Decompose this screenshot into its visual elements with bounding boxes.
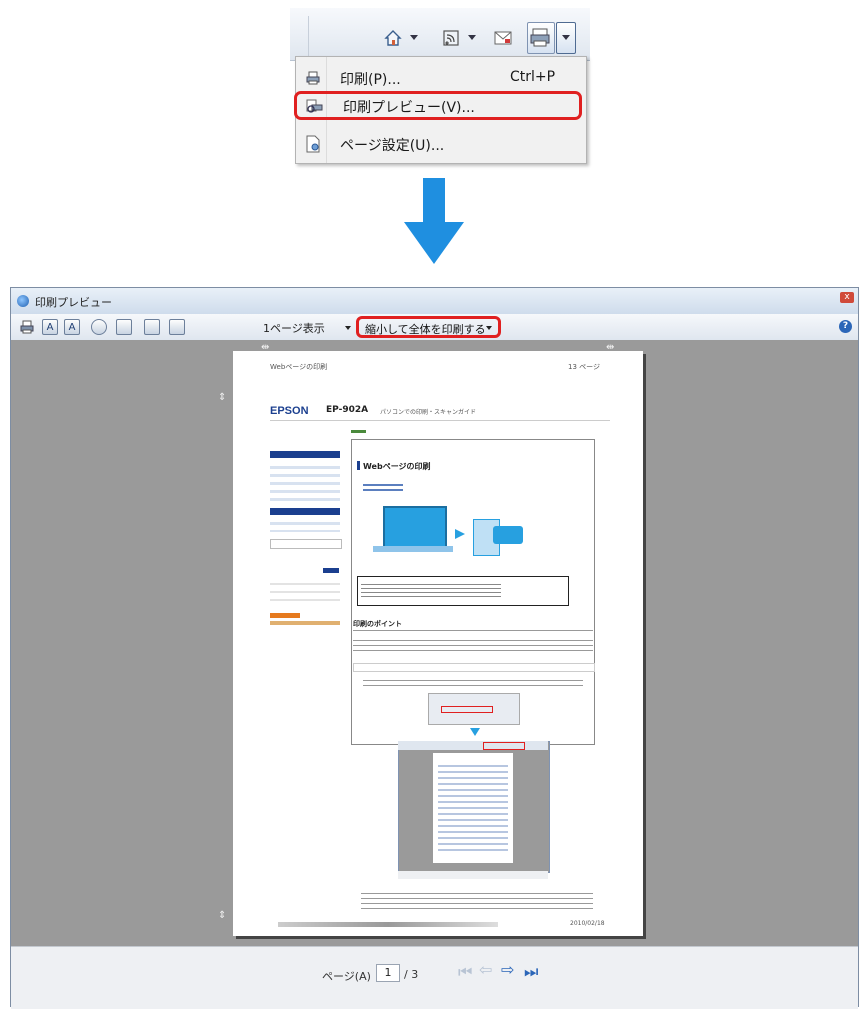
chevron-down-icon (562, 35, 570, 40)
landscape-button[interactable]: A (64, 319, 80, 335)
feed-icon[interactable] (440, 28, 462, 48)
paper-header-left: Webページの印刷 (270, 363, 328, 371)
section-heading: 印刷のポイント (353, 620, 402, 628)
note-text (361, 581, 501, 599)
help-label: ? (842, 321, 849, 331)
printer-icon (305, 70, 321, 86)
preview-page-area: ⇹ ⇹ ⇕ ⇕ Webページの印刷 13 ページ EPSON EP-902A パ… (11, 340, 858, 946)
landscape-icon: A (68, 322, 76, 333)
page-setup-icon (305, 135, 321, 153)
paper-header-right: 13 ページ (568, 363, 600, 371)
header-footer-toggle-icon[interactable] (116, 319, 132, 335)
menu-item-label: 印刷プレビュー(V)... (343, 100, 475, 116)
laptop-illustration (383, 506, 447, 550)
feed-dropdown-arrow[interactable] (468, 35, 476, 40)
view-mode-chevron-down-icon[interactable] (345, 326, 351, 330)
step-box (353, 663, 595, 672)
menu-item-label: 印刷(P)... (340, 72, 401, 88)
nav-links (270, 621, 340, 625)
toolbar-divider (308, 16, 309, 60)
view-mode-value: 1ページ表示 (263, 322, 325, 335)
preview-paper: Webページの印刷 13 ページ EPSON EP-902A パソコンでの印刷・… (233, 351, 643, 936)
link-list (363, 481, 403, 491)
help-icon[interactable]: ? (839, 320, 852, 333)
content-heading: Webページの印刷 (363, 462, 431, 471)
print-menu: 印刷(P)... Ctrl+P 印刷プレビュー(V)... ページ設定(U)..… (294, 56, 587, 164)
browser-toolbar (290, 8, 590, 61)
bottom-margin-handle-icon[interactable]: ⇕ (218, 910, 226, 921)
page-number-input[interactable]: 1 (376, 964, 400, 982)
printer-illustration (493, 526, 523, 544)
brand-logo: EPSON (270, 405, 309, 417)
footer-url (278, 922, 498, 927)
page-total: / 3 (404, 968, 419, 981)
nested-status-bar (398, 871, 548, 879)
print-preview-window: 印刷プレビュー x A A 1ページ表示 縮小して全体を印刷する ? ⇹ ⇹ ⇕… (10, 287, 859, 1009)
top-margin-handle-icon[interactable]: ⇕ (218, 392, 226, 403)
mail-icon[interactable] (492, 28, 514, 48)
guide-title: パソコンでの印刷・スキャンガイド (380, 409, 477, 416)
print-button[interactable] (527, 22, 555, 54)
nav-list (270, 461, 340, 501)
nested-highlight (441, 706, 493, 713)
nested-paper-content (438, 761, 508, 851)
shrink-to-fit-select[interactable]: 縮小して全体を印刷する (356, 316, 501, 338)
last-page-icon[interactable]: ⏭ (524, 962, 538, 982)
paragraph-text (353, 636, 593, 654)
nav-active-item-2 (270, 508, 340, 515)
close-icon: x (844, 292, 850, 302)
print-dropdown-button[interactable] (556, 22, 576, 54)
portrait-button[interactable]: A (42, 319, 58, 335)
nav-badge (323, 568, 339, 573)
full-width-view-icon[interactable] (144, 319, 160, 335)
window-titlebar: 印刷プレビュー x (11, 288, 858, 315)
page-label: ページ(A) (322, 970, 371, 983)
printer-icon (530, 28, 550, 47)
laptop-base (373, 546, 453, 552)
step-text (363, 676, 583, 690)
preview-status-bar: ページ(A) 1 / 3 ⏮ ⇦ ⇨ ⏭ (11, 946, 858, 1009)
menu-item-print[interactable]: 印刷(P)... Ctrl+P (296, 63, 586, 93)
window-title: 印刷プレビュー (35, 296, 112, 309)
home-dropdown-arrow[interactable] (410, 35, 418, 40)
nav-active-item (270, 451, 340, 458)
nav-list-3 (270, 577, 340, 607)
menu-item-print-preview[interactable]: 印刷プレビュー(V)... (294, 91, 582, 120)
footer-date: 2010/02/18 (570, 920, 605, 927)
bottom-paragraph (361, 889, 593, 909)
view-mode-select[interactable]: 1ページ表示 (263, 320, 325, 336)
home-icon[interactable] (382, 28, 404, 48)
preview-toolbar: A A 1ページ表示 縮小して全体を印刷する ? (11, 314, 858, 341)
app-icon (17, 295, 29, 307)
menu-item-shortcut: Ctrl+P (510, 69, 556, 85)
full-page-view-icon[interactable] (169, 319, 185, 335)
menu-item-label: ページ設定(U)... (340, 138, 445, 154)
nav-box (270, 539, 342, 549)
next-page-icon[interactable]: ⇨ (501, 960, 514, 979)
previous-page-icon[interactable]: ⇦ (479, 960, 492, 979)
section-rule (353, 630, 593, 631)
breadcrumb (351, 430, 366, 433)
first-page-icon[interactable]: ⏮ (458, 962, 472, 982)
nested-arrow (470, 728, 480, 736)
nested-preview-toolbar (398, 741, 548, 750)
down-arrow-icon (404, 178, 464, 264)
menu-item-page-setup[interactable]: ページ設定(U)... (296, 127, 586, 157)
nested-preview-highlight (483, 742, 525, 750)
header-rule (270, 420, 610, 421)
close-button[interactable]: x (840, 292, 854, 303)
nav-logo-orange (270, 613, 300, 618)
nav-list-2 (270, 517, 340, 532)
model-name: EP-902A (326, 405, 369, 415)
print-icon[interactable] (19, 319, 35, 335)
zoom-icon[interactable] (233, 319, 249, 335)
page-setup-gear-icon[interactable] (91, 319, 107, 335)
chevron-down-icon (486, 326, 492, 330)
heading-marker (357, 461, 360, 470)
portrait-icon: A (46, 322, 54, 333)
flow-arrow (455, 529, 465, 539)
shrink-to-fit-value: 縮小して全体を印刷する (365, 323, 486, 336)
print-preview-icon (306, 99, 323, 115)
